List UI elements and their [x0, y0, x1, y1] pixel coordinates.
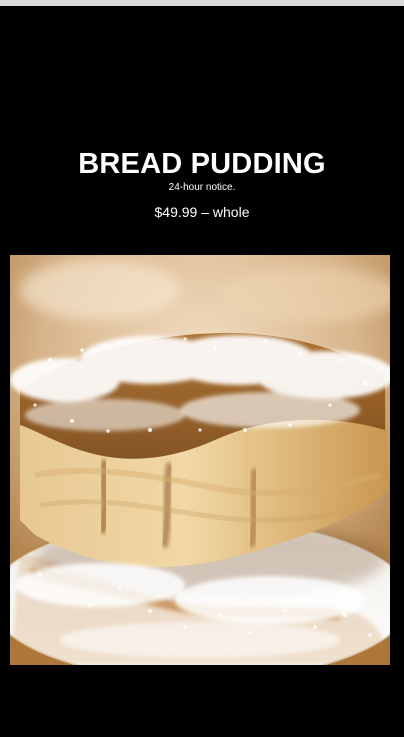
product-title: BREAD PUDDING	[78, 148, 326, 180]
product-page: BREAD PUDDING 24-hour notice. $49.99 – w…	[0, 0, 404, 737]
top-strip	[0, 0, 404, 6]
price-text: $49.99 – whole	[154, 204, 250, 220]
bread-pudding-photo	[10, 255, 390, 665]
photo-illustration	[10, 255, 390, 665]
notice-text: 24-hour notice.	[168, 182, 236, 193]
